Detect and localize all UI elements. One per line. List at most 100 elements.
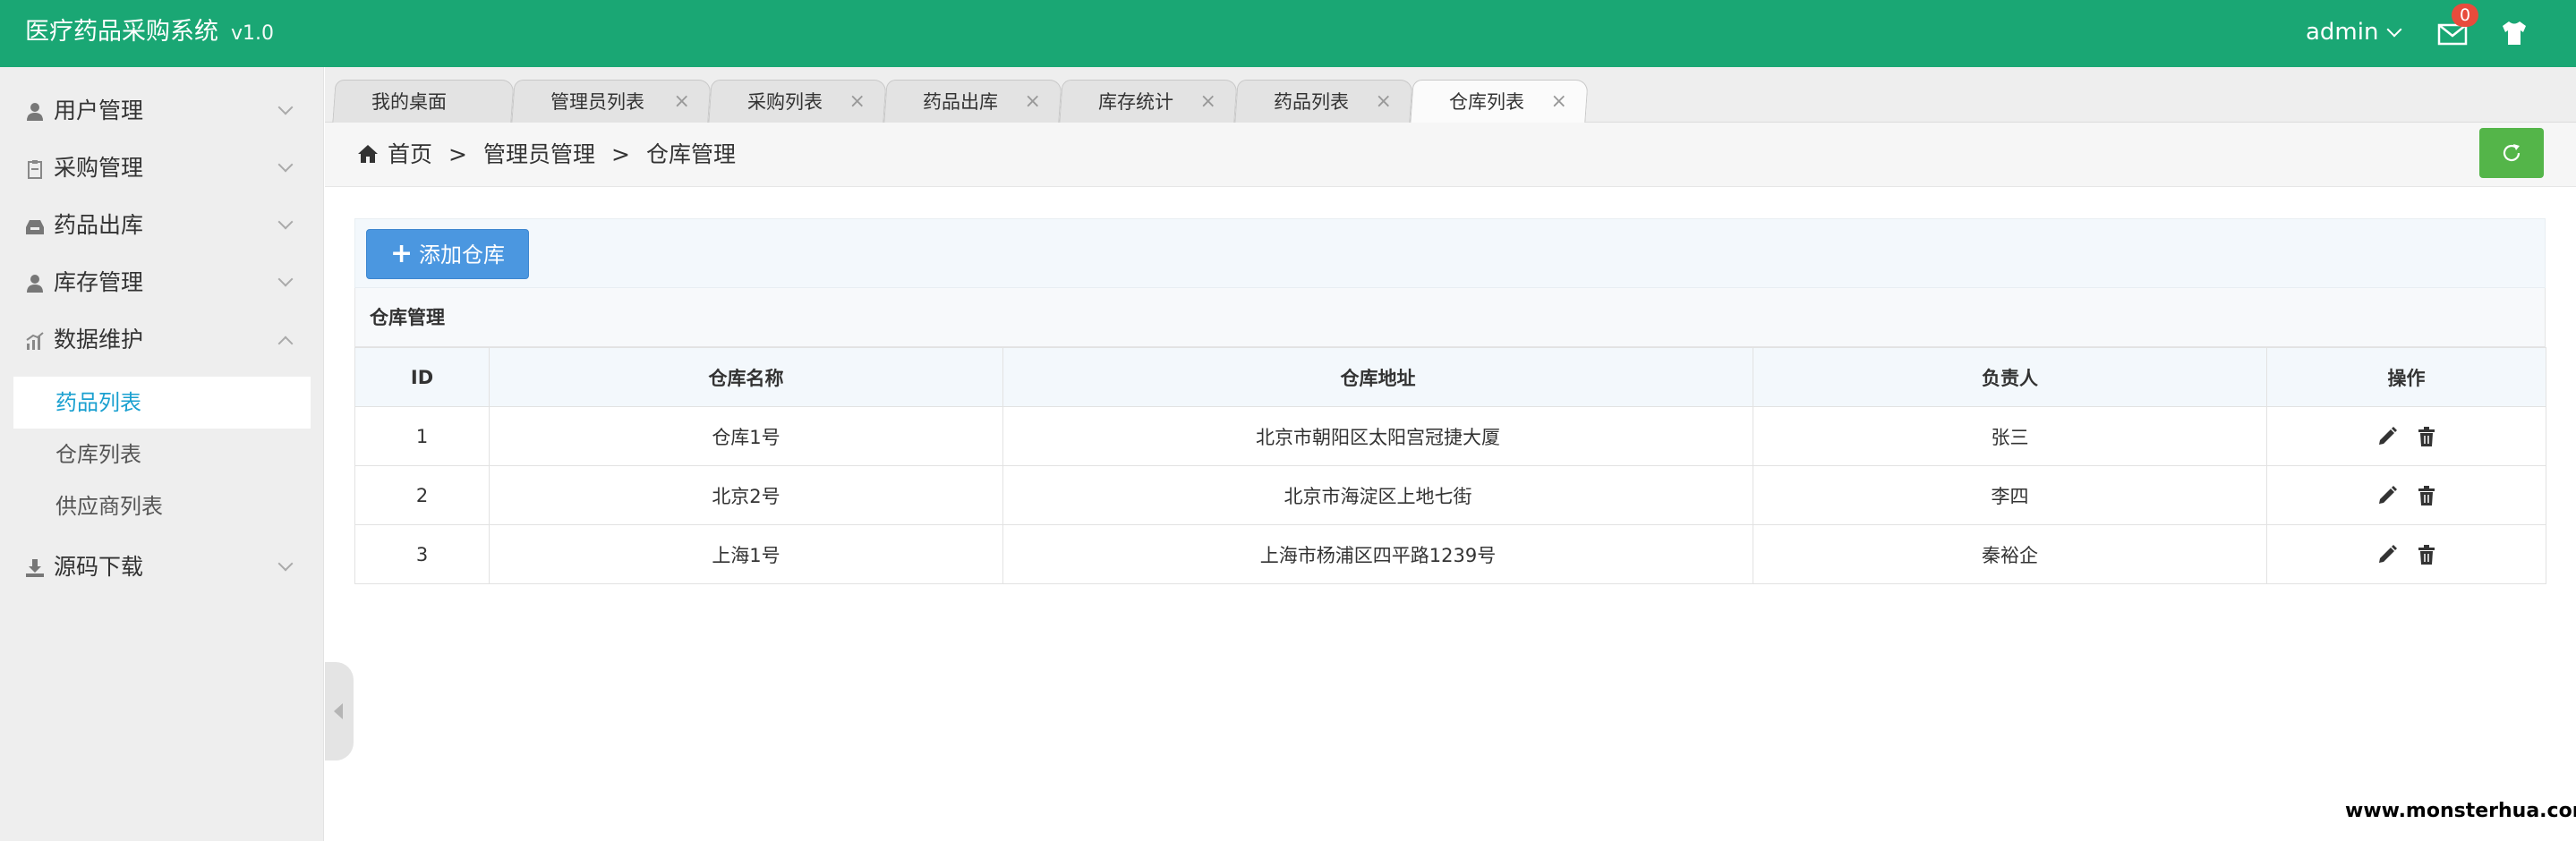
- app-title: 医疗药品采购系统: [25, 18, 218, 46]
- sidebar-item-user-management[interactable]: 用户管理: [0, 82, 324, 140]
- add-warehouse-button[interactable]: + 添加仓库: [366, 229, 529, 279]
- sidebar-collapse-handle[interactable]: [325, 662, 354, 760]
- sidebar-subitem-drug-list[interactable]: 药品列表: [13, 377, 311, 429]
- cell-manager: 张三: [1753, 406, 2267, 466]
- sidebar-item-purchase-management[interactable]: 采购管理: [0, 140, 324, 197]
- panel-title: 仓库管理: [370, 307, 445, 328]
- add-warehouse-label: 添加仓库: [419, 242, 505, 268]
- sidebar-subitem-supplier-list[interactable]: 供应商列表: [13, 480, 311, 532]
- sidebar-subitem-warehouse-list[interactable]: 仓库列表: [13, 429, 311, 480]
- download-icon: [26, 559, 44, 577]
- mail-count-badge: 0: [2452, 4, 2478, 27]
- column-header-manager: 负责人: [1753, 347, 2267, 407]
- sidebar-item-inventory-management[interactable]: 库存管理: [0, 254, 324, 311]
- tab-label: 管理员列表: [550, 91, 644, 113]
- close-icon[interactable]: ×: [674, 89, 690, 115]
- chevron-down-icon: [277, 214, 294, 230]
- cell-id: 2: [354, 465, 490, 525]
- warehouse-table: ID 仓库名称 仓库地址 负责人 操作 1 仓库1号 北京市朝阳区太阳宫冠捷大厦…: [354, 347, 2546, 584]
- edit-icon[interactable]: [2376, 426, 2398, 447]
- table-header-row: ID 仓库名称 仓库地址 负责人 操作: [354, 347, 2546, 407]
- tab-purchase-list[interactable]: 采购列表 ×: [708, 80, 887, 123]
- user-icon: [27, 275, 43, 293]
- breadcrumb-separator: >: [448, 141, 467, 167]
- tab-label: 仓库列表: [1448, 91, 1524, 113]
- tab-inventory-stats[interactable]: 库存统计 ×: [1059, 80, 1238, 123]
- tab-admin-list[interactable]: 管理员列表 ×: [511, 80, 712, 123]
- delete-icon[interactable]: [2416, 544, 2437, 565]
- column-header-address: 仓库地址: [1002, 347, 1753, 407]
- sidebar-item-label: 用户管理: [54, 98, 144, 123]
- tab-bar: 我的桌面 管理员列表 × 采购列表 × 药品出库 × 库存统计 × 药品列表 × 仓库列表…: [325, 67, 2576, 123]
- inbox-icon: [26, 220, 44, 234]
- action-toolbar: + 添加仓库: [354, 218, 2546, 288]
- theme-shirt-icon[interactable]: [2499, 18, 2529, 48]
- close-icon[interactable]: ×: [1376, 89, 1392, 115]
- cell-actions: [2266, 524, 2546, 584]
- sidebar-item-label: 库存管理: [54, 269, 144, 295]
- cell-manager: 秦裕企: [1753, 524, 2267, 584]
- clipboard-icon: [28, 160, 42, 179]
- breadcrumb-home[interactable]: 首页: [388, 141, 432, 167]
- watermark-text: www.monsterhua.com: [2345, 800, 2576, 822]
- sidebar-item-label: 数据维护: [54, 327, 144, 353]
- sidebar: 用户管理 采购管理 药品出库 库存管理 数据维护 药品列表 仓库列表 供应商列表…: [0, 67, 324, 841]
- chevron-down-icon: [277, 99, 294, 115]
- cell-id: 3: [354, 524, 490, 584]
- table-row: 2 北京2号 北京市海淀区上地七街 李四: [354, 465, 2546, 525]
- sidebar-item-source-download[interactable]: 源码下载: [0, 539, 324, 596]
- delete-icon[interactable]: [2416, 426, 2437, 447]
- close-icon[interactable]: ×: [849, 89, 866, 115]
- tab-label: 我的桌面: [371, 91, 447, 113]
- app-version: v1.0: [231, 22, 275, 45]
- delete-icon[interactable]: [2416, 485, 2437, 506]
- top-header: 医疗药品采购系统 v1.0 admin 0: [0, 0, 2576, 67]
- sidebar-subitem-label: 药品列表: [55, 390, 141, 415]
- cell-address: 北京市海淀区上地七街: [1002, 465, 1753, 525]
- table-row: 1 仓库1号 北京市朝阳区太阳宫冠捷大厦 张三: [354, 406, 2546, 466]
- cell-id: 1: [354, 406, 490, 466]
- sidebar-item-data-maintenance[interactable]: 数据维护: [0, 311, 324, 369]
- cell-address: 北京市朝阳区太阳宫冠捷大厦: [1002, 406, 1753, 466]
- column-header-id: ID: [354, 347, 490, 407]
- cell-name: 上海1号: [489, 524, 1003, 584]
- close-icon[interactable]: ×: [1551, 89, 1567, 115]
- cell-actions: [2266, 406, 2546, 466]
- refresh-icon: [2503, 144, 2521, 162]
- close-icon[interactable]: ×: [1025, 89, 1041, 115]
- sidebar-item-drug-outbound[interactable]: 药品出库: [0, 197, 324, 254]
- edit-icon[interactable]: [2376, 544, 2398, 565]
- sidebar-item-label: 源码下载: [54, 554, 144, 580]
- column-header-actions: 操作: [2266, 347, 2546, 407]
- sidebar-item-label: 采购管理: [54, 155, 144, 181]
- cell-name: 仓库1号: [489, 406, 1003, 466]
- refresh-button[interactable]: [2479, 128, 2544, 178]
- tab-warehouse-list[interactable]: 仓库列表 ×: [1410, 80, 1589, 123]
- plus-icon: +: [390, 238, 414, 269]
- tab-my-desktop[interactable]: 我的桌面: [332, 80, 515, 123]
- user-icon: [27, 103, 43, 121]
- tab-label: 药品出库: [922, 91, 998, 113]
- breadcrumb-separator: >: [610, 141, 630, 167]
- tab-drug-list[interactable]: 药品列表 ×: [1234, 80, 1413, 123]
- chevron-up-icon: [277, 336, 294, 352]
- app-logo[interactable]: 医疗药品采购系统 v1.0: [25, 14, 274, 52]
- breadcrumb-bar: 首页 > 管理员管理 > 仓库管理: [325, 123, 2576, 187]
- cell-address: 上海市杨浦区四平路1239号: [1002, 524, 1753, 584]
- user-menu[interactable]: admin: [2306, 16, 2402, 48]
- breadcrumb: 首页 > 管理员管理 > 仓库管理: [388, 139, 736, 171]
- tab-label: 库存统计: [1097, 91, 1173, 113]
- close-icon[interactable]: ×: [1200, 89, 1216, 115]
- edit-icon[interactable]: [2376, 485, 2398, 506]
- panel-header: 仓库管理: [354, 288, 2546, 347]
- breadcrumb-current: 仓库管理: [645, 141, 736, 167]
- chevron-down-icon: [277, 157, 294, 173]
- user-name: admin: [2306, 19, 2379, 46]
- chevron-down-icon: [277, 271, 294, 287]
- breadcrumb-admin-management[interactable]: 管理员管理: [483, 141, 595, 167]
- cell-name: 北京2号: [489, 465, 1003, 525]
- sidebar-subitem-label: 仓库列表: [55, 442, 141, 467]
- cell-manager: 李四: [1753, 465, 2267, 525]
- tab-label: 采购列表: [746, 91, 823, 113]
- tab-drug-outbound[interactable]: 药品出库 ×: [883, 80, 1062, 123]
